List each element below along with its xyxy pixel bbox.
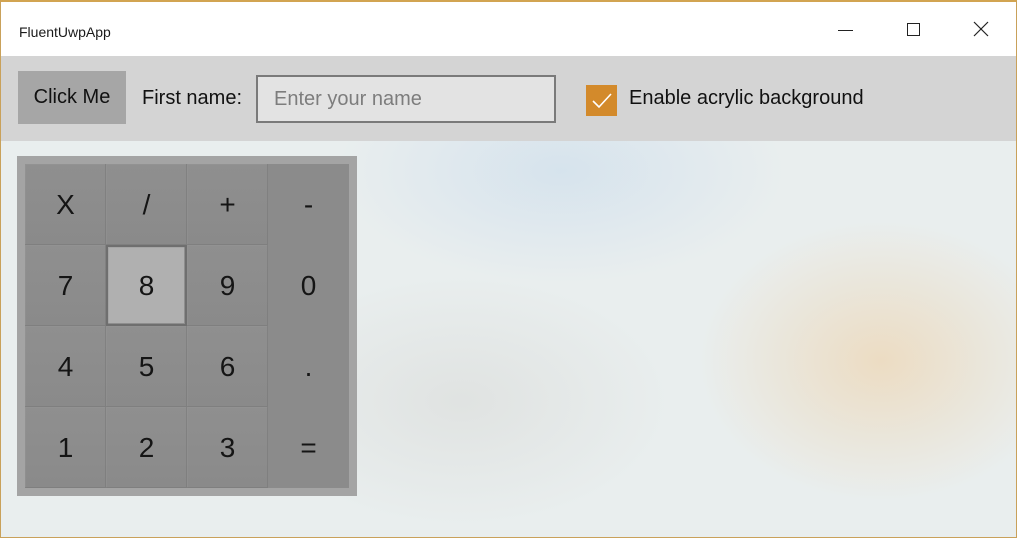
key-7[interactable]: 7 bbox=[25, 245, 106, 326]
maximize-icon bbox=[906, 22, 920, 36]
key-6[interactable]: 6 bbox=[187, 326, 268, 407]
close-icon bbox=[973, 21, 989, 37]
close-button[interactable] bbox=[958, 2, 1004, 56]
maximize-button[interactable] bbox=[890, 2, 936, 56]
key-1[interactable]: 1 bbox=[25, 407, 106, 488]
key-equals[interactable]: = bbox=[268, 407, 349, 488]
calculator-keypad: X / + - 7 8 9 0 4 5 6 . 1 2 3 = bbox=[17, 156, 357, 496]
checkmark-icon bbox=[591, 92, 612, 108]
acrylic-checkbox[interactable] bbox=[586, 85, 617, 116]
key-subtract[interactable]: - bbox=[268, 164, 349, 245]
key-decimal[interactable]: . bbox=[268, 326, 349, 407]
key-2[interactable]: 2 bbox=[106, 407, 187, 488]
title-bar[interactable]: FluentUwpApp bbox=[1, 2, 1016, 56]
key-8[interactable]: 8 bbox=[106, 245, 187, 326]
key-9[interactable]: 9 bbox=[187, 245, 268, 326]
key-4[interactable]: 4 bbox=[25, 326, 106, 407]
key-multiply[interactable]: X bbox=[25, 164, 106, 245]
keypad-grid: X / + - 7 8 9 0 4 5 6 . 1 2 3 = bbox=[25, 164, 349, 488]
key-0[interactable]: 0 bbox=[268, 245, 349, 326]
click-me-button[interactable]: Click Me bbox=[18, 71, 126, 124]
key-divide[interactable]: / bbox=[106, 164, 187, 245]
key-add[interactable]: + bbox=[187, 164, 268, 245]
app-window: FluentUwpApp Click Me First name: Enable… bbox=[0, 0, 1017, 538]
minimize-button[interactable] bbox=[822, 2, 868, 56]
app-title: FluentUwpApp bbox=[19, 24, 111, 40]
key-3[interactable]: 3 bbox=[187, 407, 268, 488]
acrylic-content-area: X / + - 7 8 9 0 4 5 6 . 1 2 3 = bbox=[1, 141, 1016, 537]
minimize-icon bbox=[837, 29, 853, 31]
first-name-input[interactable] bbox=[256, 75, 556, 123]
first-name-label: First name: bbox=[142, 87, 243, 109]
acrylic-checkbox-label[interactable]: Enable acrylic background bbox=[629, 87, 864, 110]
command-bar: Click Me First name: Enable acrylic back… bbox=[1, 56, 1016, 141]
key-5[interactable]: 5 bbox=[106, 326, 187, 407]
